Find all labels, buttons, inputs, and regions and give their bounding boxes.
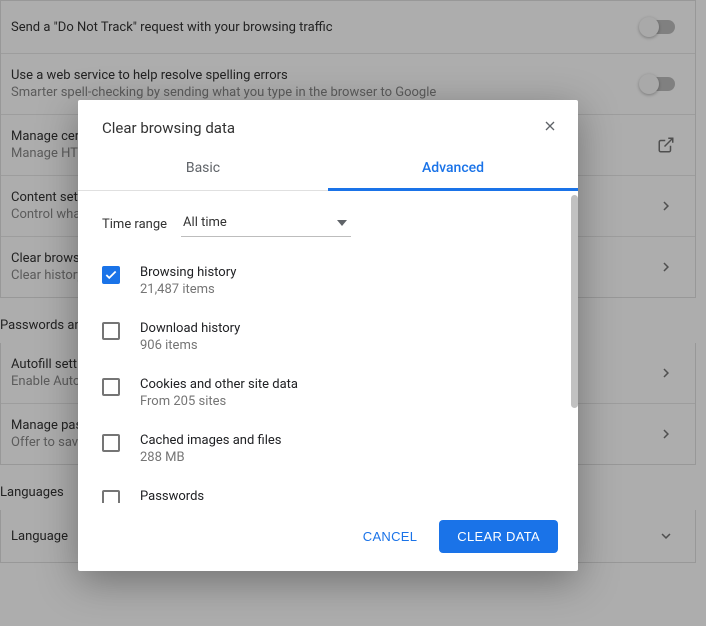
- checkbox[interactable]: [102, 434, 120, 452]
- tab-basic[interactable]: Basic: [78, 148, 328, 190]
- time-range-label: Time range: [102, 217, 167, 232]
- cancel-button[interactable]: CANCEL: [349, 521, 432, 552]
- option-download-history[interactable]: Download history 906 items: [102, 309, 547, 365]
- close-icon: [542, 118, 558, 138]
- dialog-scroll-area: Time range All time Browsing history 21,…: [78, 191, 571, 503]
- scrollbar-thumb[interactable]: [571, 195, 578, 408]
- option-title: Download history: [140, 321, 240, 336]
- checkbox[interactable]: [102, 490, 120, 503]
- time-range-row: Time range All time: [78, 191, 571, 253]
- tab-advanced[interactable]: Advanced: [328, 148, 578, 190]
- option-subtitle: 906 items: [140, 338, 240, 353]
- time-range-select[interactable]: All time: [181, 211, 351, 237]
- checkbox[interactable]: [102, 378, 120, 396]
- dropdown-arrow-icon: [337, 215, 347, 230]
- option-title: Cached images and files: [140, 433, 281, 448]
- option-subtitle: 288 MB: [140, 450, 281, 465]
- option-subtitle: From 205 sites: [140, 394, 298, 409]
- dialog-title: Clear browsing data: [102, 119, 538, 137]
- clear-options-list: Browsing history 21,487 items Download h…: [78, 253, 571, 503]
- dialog-footer: CANCEL CLEAR DATA: [78, 503, 578, 571]
- option-title: Browsing history: [140, 265, 236, 280]
- dialog-body: Time range All time Browsing history 21,…: [78, 191, 578, 503]
- option-title: Cookies and other site data: [140, 377, 298, 392]
- option-passwords[interactable]: Passwords 138 passwords (synced): [102, 477, 547, 503]
- clear-data-button[interactable]: CLEAR DATA: [439, 520, 558, 553]
- option-subtitle: 21,487 items: [140, 282, 236, 297]
- time-range-value: All time: [183, 215, 227, 230]
- option-title: Passwords: [140, 489, 282, 503]
- dialog-header: Clear browsing data: [78, 100, 578, 148]
- dialog-tabs: Basic Advanced: [78, 148, 578, 191]
- option-browsing-history[interactable]: Browsing history 21,487 items: [102, 253, 547, 309]
- option-cached-images[interactable]: Cached images and files 288 MB: [102, 421, 547, 477]
- scrollbar[interactable]: [571, 195, 578, 499]
- checkbox[interactable]: [102, 322, 120, 340]
- close-button[interactable]: [538, 116, 562, 140]
- clear-browsing-data-dialog: Clear browsing data Basic Advanced Time …: [78, 100, 578, 571]
- checkbox[interactable]: [102, 266, 120, 284]
- option-cookies[interactable]: Cookies and other site data From 205 sit…: [102, 365, 547, 421]
